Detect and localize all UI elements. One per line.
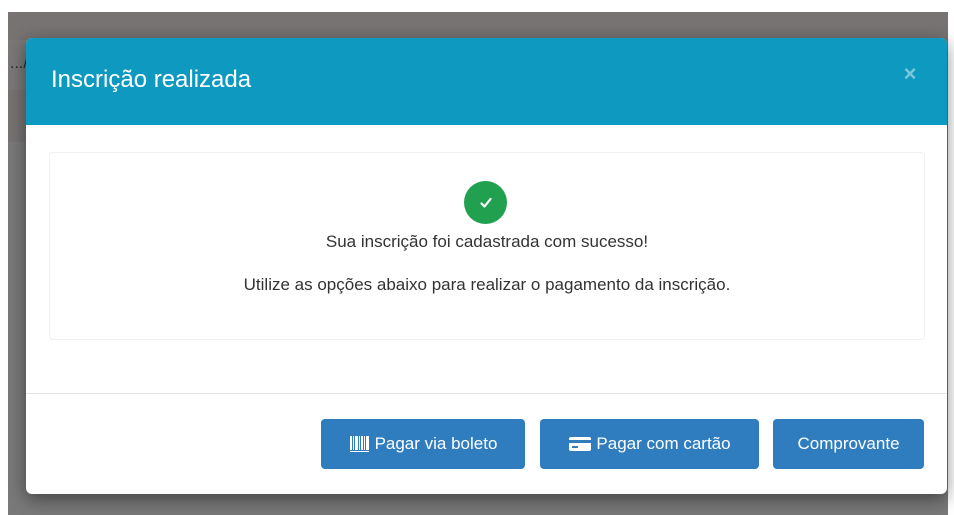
pay-card-label: Pagar com cartão [596,434,731,453]
message-panel: Sua inscrição foi cadastrada com sucesso… [49,152,925,340]
pay-boleto-button[interactable]: Pagar via boleto [321,419,525,469]
success-message: Sua inscrição foi cadastrada com sucesso… [325,232,649,251]
barcode-icon [349,435,371,453]
modal-body: Sua inscrição foi cadastrada com sucesso… [26,125,947,393]
pay-boleto-label: Pagar via boleto [374,434,498,453]
credit-card-icon [568,435,592,453]
close-icon[interactable]: × [899,62,921,86]
modal-title: Inscrição realizada [51,66,252,93]
modal-header: Inscrição realizada × [26,38,947,125]
registration-modal: Inscrição realizada × Sua inscrição foi … [26,38,947,494]
receipt-button[interactable]: Comprovante [773,419,924,469]
modal-footer: Pagar via boleto Pagar com cartão Compro… [26,393,947,494]
check-circle-icon [464,181,507,224]
info-message: Utilize as opções abaixo para realizar o… [243,275,731,294]
receipt-label: Comprovante [797,434,900,453]
pay-card-button[interactable]: Pagar com cartão [540,419,759,469]
